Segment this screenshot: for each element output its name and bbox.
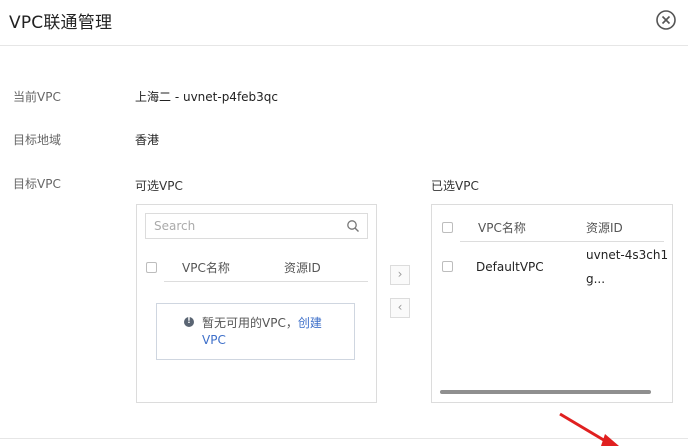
chevron-right-icon: › bbox=[397, 267, 403, 281]
available-vpc-panel: Search VPC名称 资源ID 暂无可用的VPC，创建 VPC bbox=[136, 204, 377, 403]
column-vpc-name: VPC名称 bbox=[182, 261, 230, 275]
create-vpc-link-continued[interactable]: VPC bbox=[202, 333, 226, 347]
move-left-button[interactable]: ‹ bbox=[390, 298, 410, 318]
selected-vpc-panel: VPC名称 资源ID DefaultVPC uvnet-4s3ch1 g... bbox=[431, 204, 673, 403]
column-resource-id: 资源ID bbox=[586, 221, 623, 235]
annotation-arrow-icon bbox=[559, 412, 619, 446]
move-right-button[interactable]: › bbox=[390, 265, 410, 285]
header-divider bbox=[164, 281, 368, 282]
select-all-checkbox[interactable] bbox=[442, 222, 453, 233]
close-icon[interactable] bbox=[655, 9, 677, 31]
target-region-label: 目标地域 bbox=[13, 133, 62, 147]
header-divider bbox=[460, 241, 664, 242]
dialog-header: VPC联通管理 bbox=[0, 0, 688, 46]
search-input[interactable]: Search bbox=[145, 213, 368, 239]
selected-vpc-title: 已选VPC bbox=[431, 179, 479, 193]
chevron-left-icon: ‹ bbox=[397, 300, 403, 314]
horizontal-scrollbar[interactable] bbox=[440, 390, 651, 394]
create-vpc-link[interactable]: 创建 bbox=[298, 316, 322, 330]
current-vpc-value: 上海二 - uvnet-p4feb3qc bbox=[135, 90, 279, 104]
empty-text: 暂无可用的VPC，创建 bbox=[202, 316, 322, 330]
column-resource-id: 资源ID bbox=[284, 261, 321, 275]
target-region-value: 香港 bbox=[135, 133, 160, 147]
current-vpc-label: 当前VPC bbox=[13, 90, 61, 104]
info-icon bbox=[184, 316, 194, 327]
select-all-checkbox[interactable] bbox=[146, 262, 157, 273]
available-vpc-title: 可选VPC bbox=[135, 179, 183, 193]
column-vpc-name: VPC名称 bbox=[478, 221, 526, 235]
search-placeholder: Search bbox=[154, 219, 196, 233]
row-checkbox[interactable] bbox=[442, 261, 453, 272]
row-resource-id: uvnet-4s3ch1 bbox=[586, 248, 669, 262]
row-resource-id-continued: g... bbox=[586, 272, 606, 286]
search-icon[interactable] bbox=[346, 219, 360, 233]
row-vpc-name: DefaultVPC bbox=[476, 260, 544, 274]
target-vpc-label: 目标VPC bbox=[13, 177, 61, 191]
dialog-title: VPC联通管理 bbox=[9, 13, 113, 33]
empty-notice: 暂无可用的VPC，创建 VPC bbox=[156, 303, 355, 360]
